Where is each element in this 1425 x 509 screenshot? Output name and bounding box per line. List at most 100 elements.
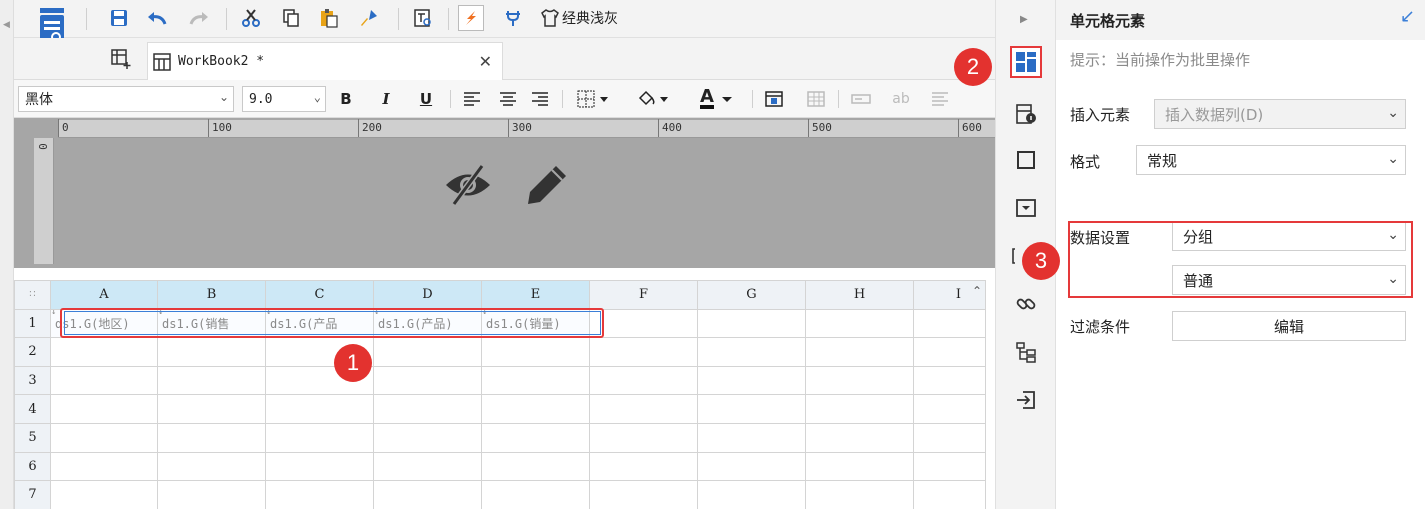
- tab-workbook2[interactable]: WorkBook2 * ✕: [147, 42, 503, 80]
- plugin-icon[interactable]: [500, 5, 526, 31]
- paste-icon[interactable]: [316, 5, 342, 31]
- format-select[interactable]: 常规 ⌄: [1136, 145, 1406, 175]
- cell[interactable]: [373, 422, 482, 453]
- border-button[interactable]: [574, 88, 614, 110]
- cell[interactable]: [805, 365, 914, 396]
- cell[interactable]: [157, 394, 266, 424]
- data-entry-tab[interactable]: [1010, 384, 1042, 416]
- column-header-d[interactable]: D: [373, 280, 482, 310]
- cell[interactable]: [265, 480, 374, 509]
- cell[interactable]: [481, 337, 590, 367]
- cell[interactable]: [373, 365, 482, 396]
- column-header-h[interactable]: H: [805, 280, 914, 310]
- cell[interactable]: [157, 422, 266, 453]
- cell[interactable]: [697, 365, 806, 396]
- edit-pencil-icon[interactable]: [524, 162, 570, 208]
- cell-attribute-tab[interactable]: [1010, 98, 1042, 130]
- cell[interactable]: [589, 394, 698, 424]
- scroll-up-icon[interactable]: ⌃: [972, 284, 982, 298]
- cell[interactable]: [50, 337, 158, 367]
- cell[interactable]: [589, 308, 698, 339]
- cell-element-tab[interactable]: [1010, 46, 1042, 78]
- hide-eye-icon[interactable]: [442, 162, 494, 208]
- save-icon[interactable]: [106, 5, 132, 31]
- cell[interactable]: [157, 451, 266, 482]
- cell[interactable]: [481, 394, 590, 424]
- column-header-b[interactable]: B: [157, 280, 266, 310]
- theme-button[interactable]: 经典浅灰: [540, 5, 650, 31]
- cell[interactable]: [481, 480, 590, 509]
- row-header-5[interactable]: 5: [14, 422, 51, 453]
- font-family-select[interactable]: 黑体 ⌄: [18, 86, 234, 112]
- cell[interactable]: [373, 337, 482, 367]
- cell[interactable]: [50, 451, 158, 482]
- cell[interactable]: [481, 422, 590, 453]
- cell[interactable]: [913, 480, 986, 509]
- table-grid-icon[interactable]: [804, 88, 828, 110]
- cell[interactable]: [265, 422, 374, 453]
- text-input-icon[interactable]: [848, 88, 874, 110]
- cell[interactable]: [373, 480, 482, 509]
- cell[interactable]: [589, 422, 698, 453]
- align-center-icon[interactable]: [496, 88, 520, 110]
- row-header-1[interactable]: 1: [14, 308, 51, 339]
- row-header-7[interactable]: 7: [14, 480, 51, 509]
- cell[interactable]: [697, 422, 806, 453]
- column-header-g[interactable]: G: [697, 280, 806, 310]
- preview-icon[interactable]: [410, 5, 436, 31]
- cell[interactable]: [805, 308, 914, 339]
- bold-button[interactable]: B: [336, 88, 356, 110]
- cell[interactable]: [373, 451, 482, 482]
- row-header-6[interactable]: 6: [14, 451, 51, 482]
- filter-edit-button[interactable]: 编辑: [1172, 311, 1406, 341]
- ab-label[interactable]: ab: [888, 88, 914, 110]
- cut-icon[interactable]: [238, 5, 264, 31]
- cell[interactable]: [805, 480, 914, 509]
- format-painter-icon[interactable]: [356, 5, 382, 31]
- close-icon[interactable]: ✕: [479, 52, 492, 71]
- cell[interactable]: [589, 480, 698, 509]
- cell[interactable]: [157, 365, 266, 396]
- cell[interactable]: [481, 365, 590, 396]
- cell[interactable]: [589, 365, 698, 396]
- cell[interactable]: [589, 451, 698, 482]
- cell[interactable]: [697, 308, 806, 339]
- cell[interactable]: [50, 422, 158, 453]
- cell[interactable]: [50, 365, 158, 396]
- tree-tab[interactable]: [1010, 336, 1042, 368]
- hyperlink-tab[interactable]: [1010, 288, 1042, 320]
- row-header-3[interactable]: 3: [14, 365, 51, 396]
- cell[interactable]: [697, 394, 806, 424]
- underline-button[interactable]: U: [416, 88, 436, 110]
- cell[interactable]: [913, 394, 986, 424]
- cell[interactable]: [913, 422, 986, 453]
- row-header-2[interactable]: 2: [14, 337, 51, 367]
- cell[interactable]: [265, 394, 374, 424]
- copy-icon[interactable]: [278, 5, 304, 31]
- hyperlink-icon[interactable]: [458, 5, 484, 31]
- cell[interactable]: [805, 451, 914, 482]
- column-header-a[interactable]: A: [50, 280, 158, 310]
- align-left-icon[interactable]: [460, 88, 484, 110]
- cell[interactable]: [697, 337, 806, 367]
- column-header-e[interactable]: E: [481, 280, 590, 310]
- widget-tab[interactable]: [1010, 192, 1042, 224]
- column-header-f[interactable]: F: [589, 280, 698, 310]
- redo-icon[interactable]: [186, 5, 212, 31]
- cell[interactable]: [481, 451, 590, 482]
- fill-color-button[interactable]: [634, 88, 674, 110]
- collapse-left-icon[interactable]: ◀: [3, 20, 10, 30]
- font-size-select[interactable]: 9.0 ⌄: [242, 86, 326, 112]
- cell[interactable]: [913, 308, 986, 339]
- cell[interactable]: [913, 365, 986, 396]
- row-header-4[interactable]: 4: [14, 394, 51, 424]
- select-all-corner[interactable]: ∷: [14, 280, 51, 310]
- cell[interactable]: [589, 337, 698, 367]
- font-color-button[interactable]: A: [694, 88, 740, 110]
- cell[interactable]: [50, 480, 158, 509]
- cell[interactable]: [805, 337, 914, 367]
- spreadsheet-grid[interactable]: ∷ A B C D E F G H I 1 ds1.G(地区) ds1.G(销售…: [14, 280, 995, 509]
- paragraph-icon[interactable]: [928, 88, 952, 110]
- cell[interactable]: [913, 337, 986, 367]
- cell[interactable]: [913, 451, 986, 482]
